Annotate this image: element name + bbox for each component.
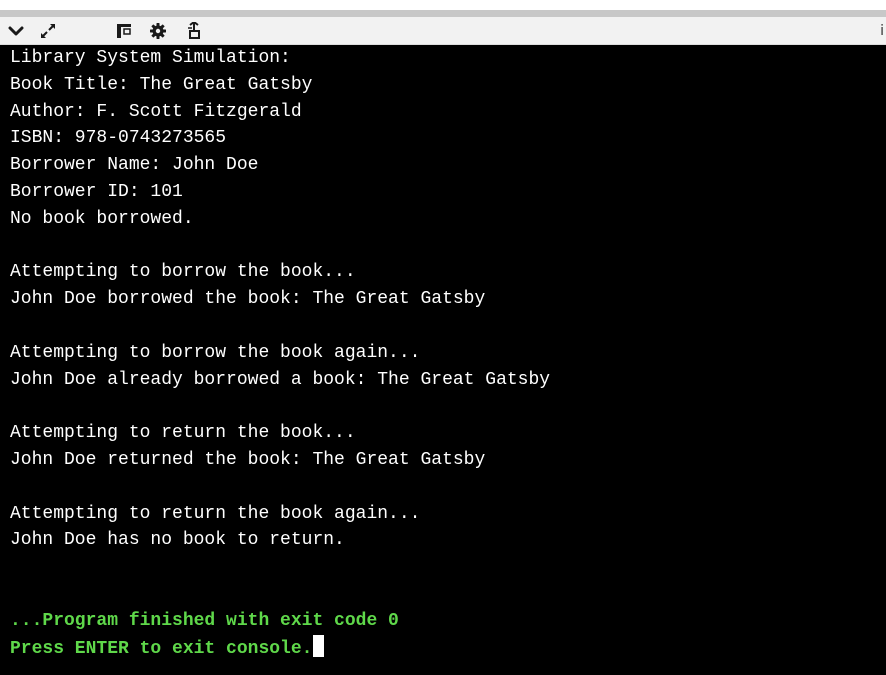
console-line: John Doe has no book to return. bbox=[10, 530, 345, 551]
console-line: ISBN: 978-0743273565 bbox=[10, 128, 227, 149]
window-divider bbox=[0, 10, 886, 17]
console-line: Borrower ID: 101 bbox=[10, 181, 183, 202]
console-line: John Doe returned the book: The Great Ga… bbox=[10, 449, 486, 470]
console-line: Author: F. Scott Fitzgerald bbox=[10, 101, 302, 122]
console-line: Borrower Name: John Doe bbox=[10, 155, 259, 176]
chevron-down-icon[interactable] bbox=[6, 21, 26, 41]
console-line: Attempting to return the book... bbox=[10, 423, 356, 444]
console-output[interactable]: Library System Simulation: Book Title: Th… bbox=[0, 45, 886, 675]
text-cursor bbox=[313, 634, 325, 657]
share-icon[interactable] bbox=[184, 21, 204, 41]
console-line: Library System Simulation: bbox=[10, 48, 291, 68]
console-toolbar: i bbox=[0, 17, 886, 45]
console-line: John Doe already borrowed a book: The Gr… bbox=[10, 369, 551, 390]
exit-status-line: ...Program finished with exit code 0 bbox=[10, 610, 399, 631]
window-top-edge bbox=[0, 0, 886, 10]
console-line: No book borrowed. bbox=[10, 208, 194, 229]
expand-icon[interactable] bbox=[38, 21, 58, 41]
console-line: Attempting to borrow the book again... bbox=[10, 342, 421, 363]
console-line: John Doe borrowed the book: The Great Ga… bbox=[10, 289, 486, 310]
exit-prompt-line: Press ENTER to exit console. bbox=[10, 634, 886, 662]
toolbar-label: i bbox=[880, 23, 884, 39]
gear-icon[interactable] bbox=[148, 21, 168, 41]
console-line: Attempting to borrow the book... bbox=[10, 262, 356, 283]
panel-icon[interactable] bbox=[114, 21, 134, 41]
console-line: Book Title: The Great Gatsby bbox=[10, 74, 313, 95]
exit-prompt-text: Press ENTER to exit console. bbox=[10, 638, 313, 659]
console-lines: Library System Simulation: Book Title: Th… bbox=[10, 45, 886, 661]
app-window: i Library System Simulation: Book Title: … bbox=[0, 0, 886, 675]
console-line: Attempting to return the book again... bbox=[10, 503, 421, 524]
